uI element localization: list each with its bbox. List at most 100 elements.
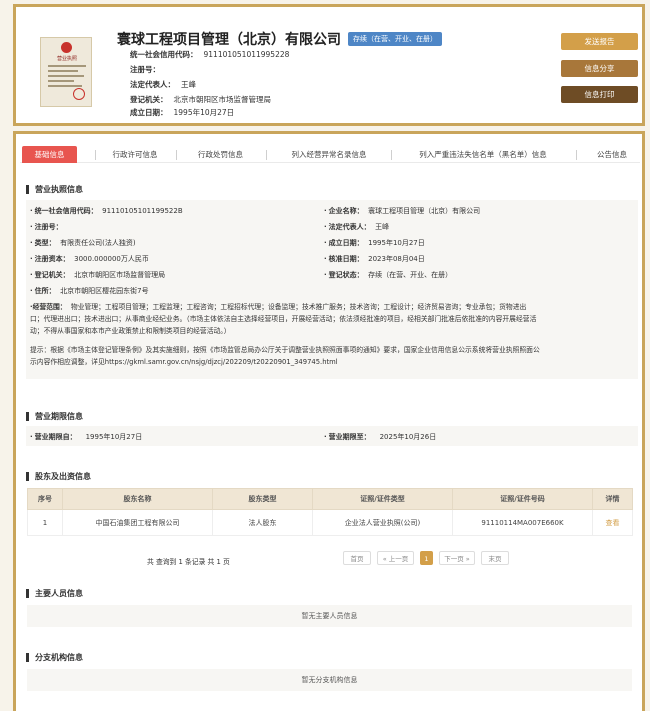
cell-shareholder-type: 法人股东 (212, 509, 313, 536)
field-label: 营业期限至： (328, 433, 371, 441)
field-value: 1995年10月27日 (368, 239, 425, 247)
tab-admin-license[interactable]: 行政许可信息 (100, 146, 170, 163)
column-header: 证照/证件类型 (312, 488, 453, 510)
personnel-info-heading: 主要人员信息 (26, 589, 83, 598)
field-label: 营业期限自： (34, 433, 77, 441)
field-value: 王峰 (181, 80, 196, 89)
field-label: 统一社会信用代码： (34, 207, 98, 215)
field-company-name: · 企业名称： 寰球工程项目管理（北京）有限公司 (324, 207, 481, 215)
shareholder-table: 序号 股东名称 股东类型 证照/证件类型 证照/证件号码 详情 1 中国石油集团… (27, 488, 633, 536)
header-field-founded: 成立日期： 1995年10月27日 (130, 107, 234, 118)
notice-line: 示内容作相应调整，详见https://gkml.samr.gov.cn/nsjg… (30, 358, 338, 366)
period-info-heading: 营业期限信息 (26, 412, 83, 421)
cell-cert-no: 91110114MA007E660K (452, 509, 593, 536)
print-info-button[interactable]: 信息打印 (561, 86, 638, 103)
field-approval-date: · 核准日期： 2023年08月04日 (324, 255, 425, 263)
tab-blacklist[interactable]: 列入严重违法失信名单（黑名单）信息 (400, 146, 566, 163)
first-page-button[interactable]: 首页 (343, 551, 371, 565)
field-value: 北京市朝阳区市场监督管理局 (74, 271, 166, 279)
field-reg-status: · 登记状态： 存续（在营、开业、在册） (324, 271, 453, 279)
tab-basic-info[interactable]: 基础信息 (22, 146, 77, 163)
period-info-panel: · 营业期限自： 1995年10月27日 · 营业期限至： 2025年10月26日 (26, 426, 638, 446)
field-label: 注册资本： (34, 255, 70, 263)
field-credit-code: · 统一社会信用代码： 91110105101199522B (30, 207, 183, 215)
column-header: 股东类型 (212, 488, 313, 510)
column-header: 序号 (27, 488, 63, 510)
field-label: 核准日期： (328, 255, 364, 263)
next-page-button[interactable]: 下一页 » (439, 551, 475, 565)
header-field-credit-code: 统一社会信用代码： 911101051011995228 (130, 49, 289, 60)
tab-divider (391, 150, 392, 160)
license-text-line (48, 70, 78, 72)
column-header: 证照/证件号码 (452, 488, 593, 510)
tab-announcements[interactable]: 公告信息 (584, 146, 640, 163)
cell-cert-type: 企业法人营业执照(公司) (312, 509, 453, 536)
business-license-thumbnail[interactable]: 营业执照 (40, 37, 92, 107)
tab-abnormal-operation[interactable]: 列入经营异常名录信息 (274, 146, 384, 163)
field-label: 法定代表人： (130, 80, 175, 89)
field-value: 寰球工程项目管理（北京）有限公司 (368, 207, 481, 215)
page-1-button[interactable]: 1 (420, 551, 433, 565)
cell-detail: 查看 (592, 509, 633, 536)
company-name-title: 寰球工程项目管理（北京）有限公司 (117, 32, 341, 48)
field-label: 类型： (34, 239, 56, 247)
personnel-empty-message: 暂无主要人员信息 (27, 605, 632, 627)
field-label: 注册号： (130, 65, 160, 74)
field-address: · 住所： 北京市朝阳区樱花园东街7号 (30, 287, 149, 295)
tab-divider (95, 150, 96, 160)
tab-admin-penalty[interactable]: 行政处罚信息 (183, 146, 258, 163)
header-field-authority: 登记机关： 北京市朝阳区市场监督管理局 (130, 94, 271, 105)
field-value: 1995年10月27日 (85, 433, 143, 441)
tab-divider (576, 150, 577, 160)
license-notice: 提示：根据《市场主体登记管理条例》及其实施细则，按照《市场监管总局办公厅关于调整… (30, 344, 630, 368)
field-label: 登记状态： (328, 271, 364, 279)
field-reg-authority: · 登记机关： 北京市朝阳区市场监督管理局 (30, 271, 166, 279)
license-text-line (48, 75, 84, 77)
header-field-legal-rep: 法定代表人： 王峰 (130, 79, 196, 90)
column-header: 股东名称 (62, 488, 213, 510)
field-period-to: · 营业期限至： 2025年10月26日 (324, 433, 437, 441)
notice-line: 提示：根据《市场主体登记管理条例》及其实施细则，按照《市场监管总局办公厅关于调整… (30, 346, 540, 354)
field-label: 住所： (34, 287, 56, 295)
field-label: 登记机关： (34, 271, 70, 279)
field-label: 注册号： (34, 223, 63, 231)
table-row: 1 中国石油集团工程有限公司 法人股东 企业法人营业执照(公司) 9111011… (27, 509, 633, 536)
field-value: 91110105101199522B (102, 207, 183, 215)
field-label: 成立日期： (328, 239, 364, 247)
field-reg-no: · 注册号： (30, 223, 63, 231)
share-info-button[interactable]: 信息分享 (561, 60, 638, 77)
scope-line: 动；不得从事国家和本市产业政策禁止和限制类项目的经营活动。） (30, 327, 231, 335)
field-value: 911101051011995228 (203, 50, 290, 59)
field-value: 3000.000000万人民币 (74, 255, 149, 263)
pagination-summary: 共 查询到 1 条记录 共 1 页 (147, 558, 230, 566)
field-value: 有限责任公司(法人独资) (60, 239, 136, 247)
field-value: 2023年08月04日 (368, 255, 425, 263)
branch-info-heading: 分支机构信息 (26, 653, 83, 662)
license-info-heading: 营业执照信息 (26, 185, 83, 194)
column-header: 详情 (592, 488, 633, 510)
license-text-line (48, 80, 74, 82)
cell-shareholder-name: 中国石油集团工程有限公司 (62, 509, 213, 536)
field-label: 法定代表人： (328, 223, 371, 231)
detail-tabs: 基础信息 行政许可信息 行政处罚信息 列入经营异常名录信息 列入严重违法失信名单… (20, 143, 640, 163)
company-header-card: 营业执照 寰球工程项目管理（北京）有限公司 存续（在营、开业、在册） 统一社会信… (13, 4, 645, 126)
field-value: 北京市朝阳区樱花园东街7号 (60, 287, 149, 295)
license-info-panel: · 统一社会信用代码： 91110105101199522B · 注册号： · 类型：… (26, 200, 638, 379)
last-page-button[interactable]: 末页 (481, 551, 509, 565)
status-badge: 存续（在营、开业、在册） (348, 32, 442, 46)
field-value: 王峰 (375, 223, 390, 231)
field-company-type: · 类型： 有限责任公司(法人独资) (30, 239, 136, 247)
branch-empty-message: 暂无分支机构信息 (27, 669, 632, 691)
field-label: 成立日期： (130, 108, 168, 117)
field-legal-rep: · 法定代表人： 王峰 (324, 223, 390, 231)
prev-page-button[interactable]: « 上一页 (377, 551, 414, 565)
view-detail-link[interactable]: 查看 (606, 519, 620, 527)
scope-line: 物业管理；工程项目管理；工程监理；工程咨询；工程招标代理；设备监理；技术推广服务… (70, 303, 527, 311)
field-label: 企业名称： (328, 207, 364, 215)
header-field-reg-no: 注册号： (130, 64, 166, 75)
national-emblem-icon (61, 42, 72, 53)
send-report-button[interactable]: 发送报告 (561, 33, 638, 50)
company-detail-card: 基础信息 行政许可信息 行政处罚信息 列入经营异常名录信息 列入严重违法失信名单… (13, 131, 645, 711)
table-header-row: 序号 股东名称 股东类型 证照/证件类型 证照/证件号码 详情 (27, 488, 633, 510)
official-seal-icon (73, 88, 85, 100)
